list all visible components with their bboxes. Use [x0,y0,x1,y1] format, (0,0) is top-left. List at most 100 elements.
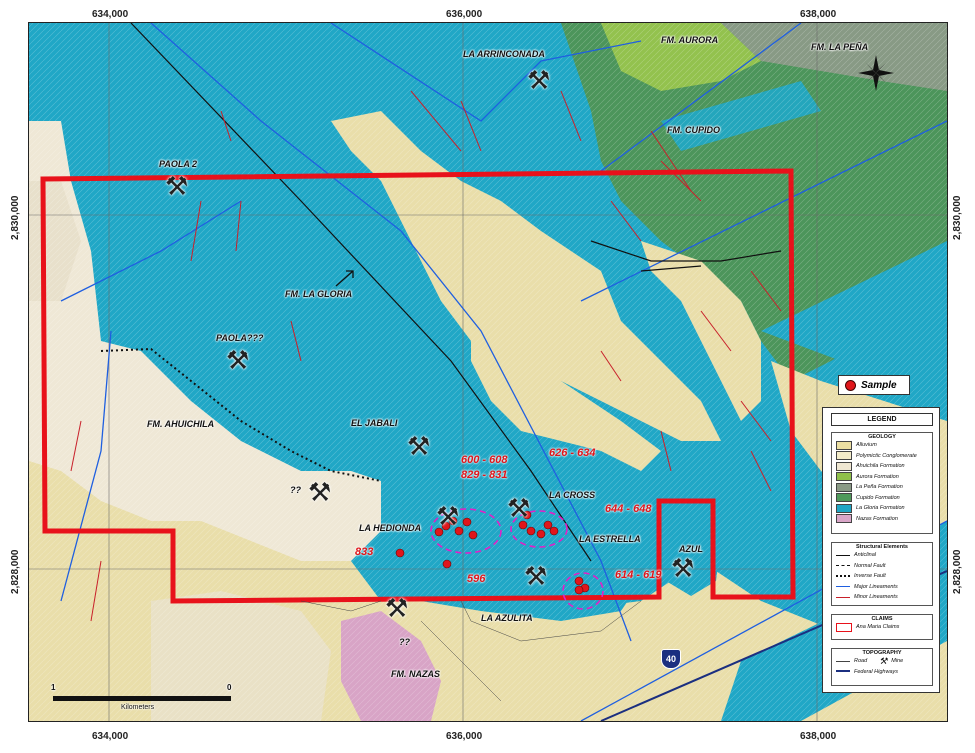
mine-symbol-icon: ⚒ [879,655,888,666]
scale-bar [53,696,231,701]
swatch [836,451,852,461]
highway-shield-icon: 40 [661,649,681,669]
mine-icon[interactable]: ⚒ [436,503,459,529]
legend-row: Federal Highways [832,667,932,678]
legend-label: Nazas Formation [856,515,898,522]
label-la-arrinconada: LA ARRINCONADA [463,49,545,59]
sample-key: Sample [838,375,910,395]
mine-icon[interactable]: ⚒ [308,479,331,505]
label-la-cross: LA CROSS [549,490,596,500]
legend-label: La Gloria Formation [856,505,905,512]
legend-title: LEGEND [831,413,933,426]
swatch [836,482,852,492]
swatch [836,461,852,471]
sample-code-829-831: 829 - 831 [461,469,508,481]
mine-icon[interactable]: ⚒ [165,173,188,199]
top-tick-3: 638,000 [800,9,837,20]
legend-label: Normal Fault [854,562,886,569]
minor-lineament-symbol-icon [836,596,850,604]
label-paola-q: PAOLA??? [216,333,264,343]
left-tick-2: 2,828,000 [10,549,21,595]
legend-label: Inverse Fault [854,573,886,580]
legend-label: Mine [891,658,904,665]
label-paola-2: PAOLA 2 [159,159,198,169]
mine-icon[interactable]: ⚒ [507,495,530,521]
label-fm-la-gloria: FM. LA GLORIA [285,289,353,299]
right-tick-2: 2,828,000 [952,549,963,595]
road-symbol-icon [836,660,850,668]
label-la-hedionda: LA HEDIONDA [359,523,422,533]
legend-label: Aurora Formation [856,473,899,480]
scale-unit-label: Kilometers [121,704,155,711]
mine-icon[interactable]: ⚒ [385,595,408,621]
legend-label: Polymictic Conglomerate [856,452,917,459]
legend-row: Road ⚒ Mine [832,656,932,667]
legend-label: Federal Highways [854,668,899,675]
bottom-tick-1: 634,000 [92,731,129,742]
swatch [836,472,852,482]
label-la-estrella: LA ESTRELLA [579,534,641,544]
sample-code-644-648: 644 - 648 [605,503,652,515]
legend-row: Alluvium [832,440,932,451]
legend-panel: LEGEND GEOLOGY Alluvium Polymictic Congl… [822,407,940,693]
sample-key-label: Sample [861,379,897,391]
bottom-tick-2: 636,000 [446,731,483,742]
top-tick-2: 636,000 [446,9,483,20]
legend-label: Anticlinal [854,552,877,559]
sample-code-626-634: 626 - 634 [549,447,596,459]
sample-code-833: 833 [355,546,374,558]
right-tick-1: 2,830,000 [952,195,963,241]
legend-row: Ahuichila Formation [832,461,932,472]
legend-row: Minor Lineaments [832,592,932,603]
label-unknown-1: ?? [290,485,301,495]
legend-row: La Gloria Formation [832,503,932,514]
swatch [836,493,852,503]
label-el-jabali: EL JABALI [351,418,398,428]
legend-label: La Peña Formation [856,484,903,491]
normal-fault-symbol-icon [836,565,850,572]
legend-label: Cupido Formation [856,494,900,501]
scale-left-label: 1 [51,683,56,692]
legend-claims: CLAIMS Ana Maria Claims [831,614,933,640]
label-fm-cupido: FM. CUPIDO [667,125,720,135]
left-tick-1: 2,830,000 [10,195,21,241]
claim-swatch [836,622,852,632]
label-fm-la-pena: FM. LA PEÑA [811,42,869,52]
highway-number: 40 [665,654,676,664]
legend-label: Road [854,658,868,665]
legend-label: Ana Maria Claims [856,624,900,631]
legend-row: Nazas Formation [832,514,932,525]
mine-icon[interactable]: ⚒ [527,67,550,93]
inverse-fault-symbol-icon [836,575,850,583]
mine-icon[interactable]: ⚒ [671,555,694,581]
mine-icon[interactable]: ⚒ [524,563,547,589]
legend-row: Aurora Formation [832,472,932,483]
legend-row: Cupido Formation [832,493,932,504]
swatch [836,503,852,513]
legend-label: Alluvium [856,442,877,449]
legend-row: Ana Maria Claims [832,622,932,633]
legend-geology: GEOLOGY Alluvium Polymictic Conglomerate… [831,432,933,534]
top-tick-1: 634,000 [92,9,129,20]
mine-icon[interactable]: ⚒ [407,433,430,459]
legend-row: Inverse Fault [832,571,932,582]
bottom-tick-3: 638,000 [800,731,837,742]
legend-row: Normal Fault [832,561,932,572]
swatch [836,514,852,524]
highway-symbol-icon [836,670,850,678]
legend-label: Minor Lineaments [854,594,898,601]
sample-code-596: 596 [467,573,486,585]
major-lineament-symbol-icon [836,586,850,593]
legend-topography: TOPOGRAPHY Road ⚒ Mine Federal Highways [831,648,933,686]
scale-right-label: 0 [227,683,232,692]
legend-row: La Peña Formation [832,482,932,493]
sample-code-600-608: 600 - 608 [461,454,508,466]
map-frame[interactable]: FM. AURORA FM. LA PEÑA FM. CUPIDO FM. LA… [28,22,948,722]
legend-structural: Structural Elements Anticlinal Normal Fa… [831,542,933,606]
label-fm-aurora: FM. AURORA [661,35,719,45]
legend-label: Major Lineaments [854,583,898,590]
mine-icon[interactable]: ⚒ [226,347,249,373]
label-la-azulita: LA AZULITA [481,613,533,623]
sample-dot-icon [845,379,856,391]
label-fm-nazas: FM. NAZAS [391,669,440,679]
